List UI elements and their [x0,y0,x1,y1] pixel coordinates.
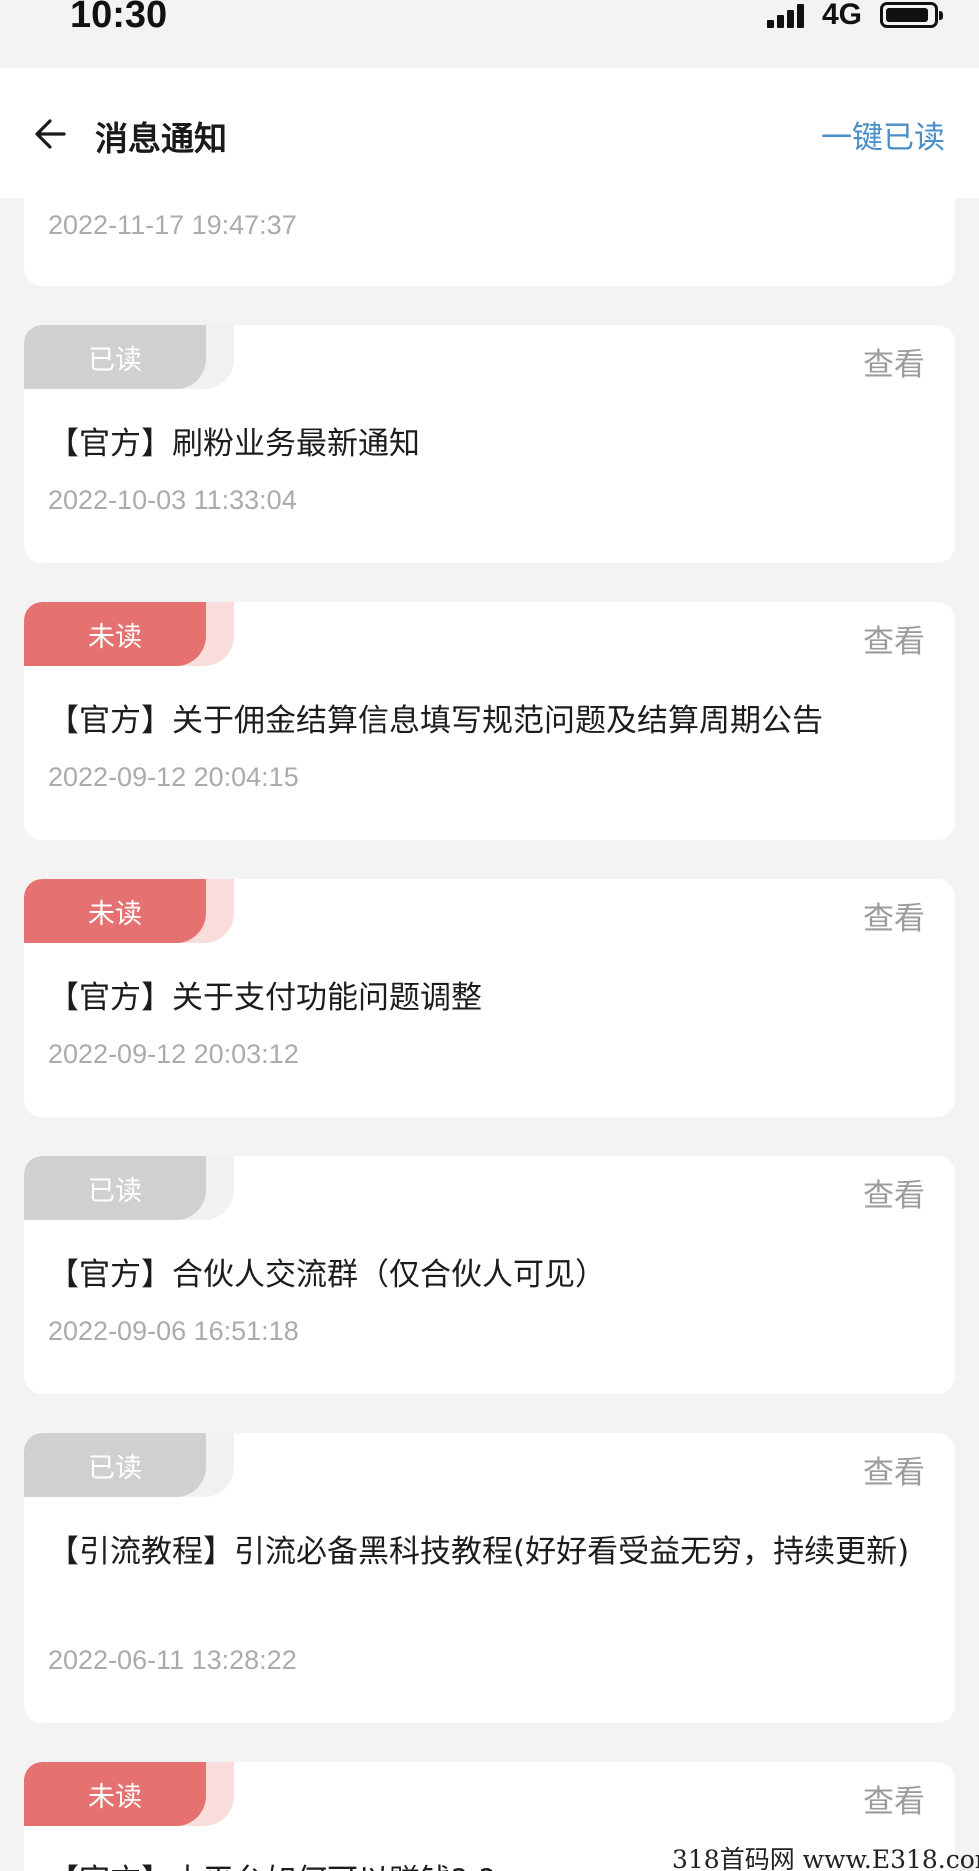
read-status-badge: 已读 [24,1433,206,1497]
message-card[interactable]: 已读 查看 【官方】刷粉业务最新通知 2022-10-03 11:33:04 [24,325,955,563]
unread-status-badge: 未读 [24,1762,206,1826]
view-link[interactable]: 查看 [863,339,925,384]
view-link[interactable]: 查看 [863,1776,925,1821]
message-time: 2022-09-12 20:04:15 [48,762,299,792]
view-link[interactable]: 查看 [863,1447,925,1492]
message-card[interactable]: 已读 查看 【引流教程】引流必备黑科技教程(好好看受益无穷，持续更新) 2022… [24,1433,955,1723]
unread-status-badge: 未读 [24,602,206,666]
message-time: 2022-10-03 11:33:04 [48,485,297,515]
message-time: 2022-11-17 19:47:37 [48,210,297,240]
battery-icon [880,2,943,28]
message-card[interactable]: 已读 查看 【官方】合伙人交流群（仅合伙人可见） 2022-09-06 16:5… [24,1156,955,1394]
message-card[interactable]: 未读 查看 【官方】关于佣金结算信息填写规范问题及结算周期公告 2022-09-… [24,602,955,840]
network-type: 4G [822,0,863,31]
view-link[interactable]: 查看 [863,893,925,938]
status-bar: 10:30 4G [0,0,979,68]
notifications-screen: 10:30 4G 2022-11-17 19:47:37 消息通知 一键已读 已… [0,0,979,1871]
site-watermark: 318首码网 www.E318.com [672,1845,979,1871]
view-link[interactable]: 查看 [863,1170,925,1215]
signal-icon [767,4,807,28]
unread-status-badge: 未读 [24,879,206,943]
mark-all-read-button[interactable]: 一键已读 [821,112,945,157]
message-time: 2022-06-11 13:28:22 [48,1645,297,1675]
app-header: 消息通知 一键已读 [0,68,979,198]
message-time: 2022-09-12 20:03:12 [48,1039,299,1069]
message-title: 【官方】关于佣金结算信息填写规范问题及结算周期公告 [48,703,823,739]
message-time: 2022-09-06 16:51:18 [48,1316,299,1346]
status-time: 10:30 [70,0,168,36]
read-status-badge: 已读 [24,1156,206,1220]
message-title: 【官方】合伙人交流群（仅合伙人可见） [48,1257,606,1293]
message-title: 【官方】关于支付功能问题调整 [48,980,482,1016]
read-status-badge: 已读 [24,325,206,389]
back-arrow-icon[interactable] [34,114,70,154]
page-title: 消息通知 [95,119,227,158]
message-title: 【官方】刷粉业务最新通知 [48,426,420,462]
message-title: 【引流教程】引流必备黑科技教程(好好看受益无穷，持续更新) [48,1534,910,1570]
message-card[interactable]: 未读 查看 【官方】关于支付功能问题调整 2022-09-12 20:03:12 [24,879,955,1117]
view-link[interactable]: 查看 [863,616,925,661]
